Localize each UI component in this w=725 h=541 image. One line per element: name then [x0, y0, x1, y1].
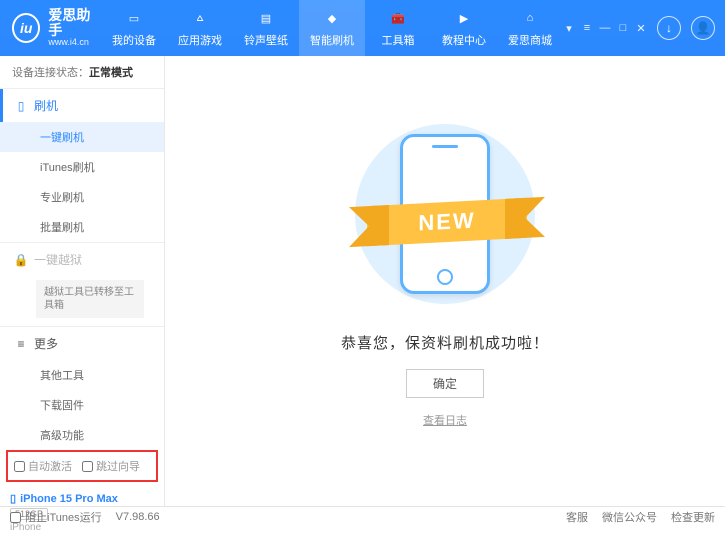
success-message: 恭喜您，保资料刷机成功啦！ [341, 332, 549, 353]
success-illustration: NEW [345, 114, 545, 314]
section-flash[interactable]: ▯刷机 [0, 89, 164, 122]
nav-store[interactable]: ⌂爱思商城 [497, 0, 563, 56]
section-more[interactable]: ≡更多 [0, 327, 164, 360]
auto-activate-checkbox[interactable]: 自动激活 [14, 458, 72, 474]
footer-support[interactable]: 客服 [566, 509, 588, 525]
nav-apps[interactable]: ⩟应用游戏 [167, 0, 233, 56]
nav-smartflash[interactable]: ◆智能刷机 [299, 0, 365, 56]
main-content: NEW 恭喜您，保资料刷机成功啦！ 确定 查看日志 [165, 56, 725, 506]
store-icon: ⌂ [520, 8, 540, 28]
jailbreak-note: 越狱工具已转移至工具箱 [36, 280, 144, 318]
version-label: V7.98.66 [116, 511, 160, 523]
tutorial-icon: ▶ [454, 8, 474, 28]
minimize-icon[interactable]: — [599, 22, 611, 34]
sidebar-item-advanced[interactable]: 高级功能 [0, 420, 164, 450]
settings-icon[interactable]: ≡ [581, 22, 593, 34]
maximize-icon[interactable]: □ [617, 22, 629, 34]
section-jailbreak: 🔒一键越狱 [0, 243, 164, 276]
sidebar-item-batch[interactable]: 批量刷机 [0, 212, 164, 242]
device-icon: ▭ [124, 8, 144, 28]
close-icon[interactable]: ✕ [635, 22, 647, 34]
top-nav: ▭我的设备 ⩟应用游戏 ▤铃声壁纸 ◆智能刷机 🧰工具箱 ▶教程中心 ⌂爱思商城 [101, 0, 563, 56]
sidebar-item-othertools[interactable]: 其他工具 [0, 360, 164, 390]
phone-icon: ▯ [14, 99, 28, 113]
sidebar-item-firmware[interactable]: 下载固件 [0, 390, 164, 420]
download-button[interactable]: ↓ [657, 16, 681, 40]
device-phone-icon: ▯ [10, 492, 16, 505]
skip-setup-checkbox[interactable]: 跳过向导 [82, 458, 140, 474]
sidebar-item-pro[interactable]: 专业刷机 [0, 182, 164, 212]
block-itunes-checkbox[interactable]: 阻止iTunes运行 [10, 509, 102, 525]
options-box: 自动激活 跳过向导 [6, 450, 158, 482]
nav-ringtones[interactable]: ▤铃声壁纸 [233, 0, 299, 56]
brand: iu 爱思助手 www.i4.cn [12, 8, 101, 49]
more-icon: ≡ [14, 337, 28, 351]
toolbox-icon: 🧰 [388, 8, 408, 28]
brand-logo-icon: iu [12, 13, 40, 43]
sidebar-item-itunes[interactable]: iTunes刷机 [0, 152, 164, 182]
view-log-link[interactable]: 查看日志 [423, 412, 467, 428]
brand-url: www.i4.cn [48, 38, 101, 48]
brand-title: 爱思助手 [48, 8, 101, 39]
footer-update[interactable]: 检查更新 [671, 509, 715, 525]
user-button[interactable]: 👤 [691, 16, 715, 40]
ok-button[interactable]: 确定 [406, 369, 484, 398]
new-ribbon: NEW [367, 198, 527, 246]
nav-toolbox[interactable]: 🧰工具箱 [365, 0, 431, 56]
nav-tutorials[interactable]: ▶教程中心 [431, 0, 497, 56]
nav-mydevice[interactable]: ▭我的设备 [101, 0, 167, 56]
sidebar-item-oneclick[interactable]: 一键刷机 [0, 122, 164, 152]
footer-wechat[interactable]: 微信公众号 [602, 509, 657, 525]
wallpaper-icon: ▤ [256, 8, 276, 28]
flash-icon: ◆ [322, 8, 342, 28]
lock-icon: 🔒 [14, 253, 28, 267]
apps-icon: ⩟ [190, 8, 210, 28]
connection-status: 设备连接状态：正常模式 [0, 56, 164, 88]
menu-icon[interactable]: ▾ [563, 22, 575, 34]
